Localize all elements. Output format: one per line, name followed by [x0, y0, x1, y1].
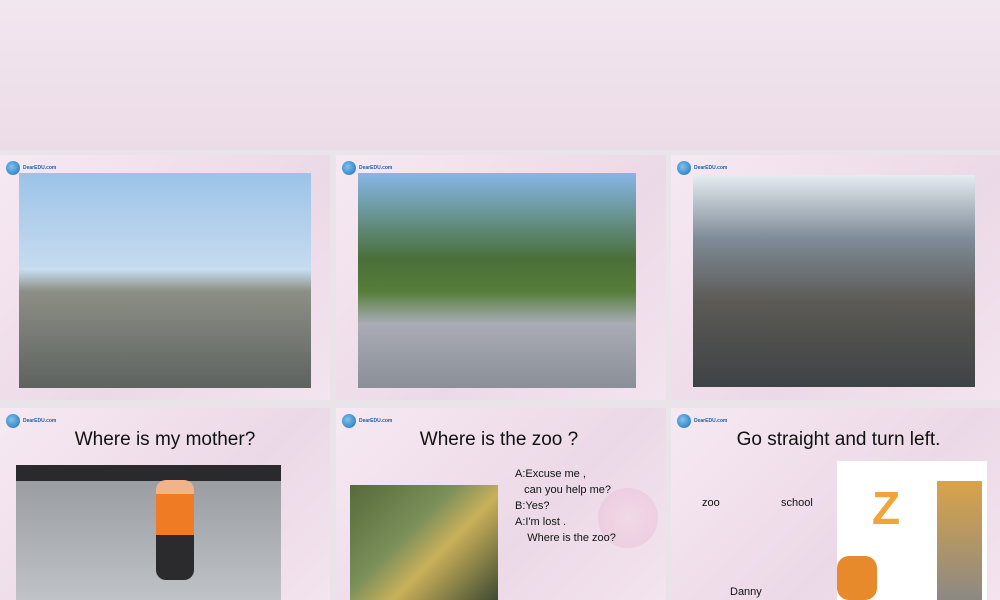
map-label-danny: Danny [730, 586, 762, 598]
dialog-line: B:Yes? [515, 500, 550, 512]
people-photo [350, 485, 498, 600]
slide-title: Go straight and turn left. [736, 429, 941, 450]
dialog-line: A:I'm lost . [515, 516, 566, 528]
globe-icon [342, 414, 356, 428]
globe-icon [677, 414, 691, 428]
slide-thumbnail-2[interactable]: DearEDU.com [336, 155, 666, 400]
dialog-line: A:Excuse me , [515, 468, 586, 480]
slide-banner-area [0, 0, 1000, 150]
globe-icon [6, 161, 20, 175]
city-photo [693, 175, 975, 387]
logo: DearEDU.com [677, 414, 727, 428]
logo: DearEDU.com [677, 161, 727, 175]
tiger-decoration [837, 556, 877, 600]
slide-thumbnail-3[interactable]: DearEDU.com [671, 155, 1000, 400]
dialog-line: Where is the zoo? [515, 532, 616, 544]
map-label-zoo: zoo [702, 497, 720, 509]
sidewalk-photo [358, 173, 636, 388]
slide-thumbnail-5[interactable]: DearEDU.com Where is the zoo ? A:Excuse … [336, 408, 666, 600]
logo: DearEDU.com [6, 414, 56, 428]
slide-title: Where is the zoo ? [419, 429, 579, 450]
street-photo [19, 173, 311, 388]
slide-thumbnail-4[interactable]: DearEDU.com Where is my mother? [0, 408, 330, 600]
child-photo [16, 465, 281, 600]
dialog-line: can you help me? [515, 484, 612, 496]
globe-icon [6, 414, 20, 428]
globe-icon [342, 161, 356, 175]
animals-decoration [937, 481, 982, 600]
slide-thumbnail-6[interactable]: DearEDU.com Go straight and turn left. z… [671, 408, 1000, 600]
zoo-illustration: Z [837, 461, 987, 600]
zoo-letter-decoration: Z [872, 482, 901, 534]
slide-thumbnail-1[interactable]: DearEDU.com [0, 155, 330, 400]
logo: DearEDU.com [342, 414, 392, 428]
slide-title: Where is my mother? [74, 429, 256, 450]
child-figure [156, 480, 194, 580]
map-label-school: school [781, 497, 813, 509]
globe-icon [677, 161, 691, 175]
